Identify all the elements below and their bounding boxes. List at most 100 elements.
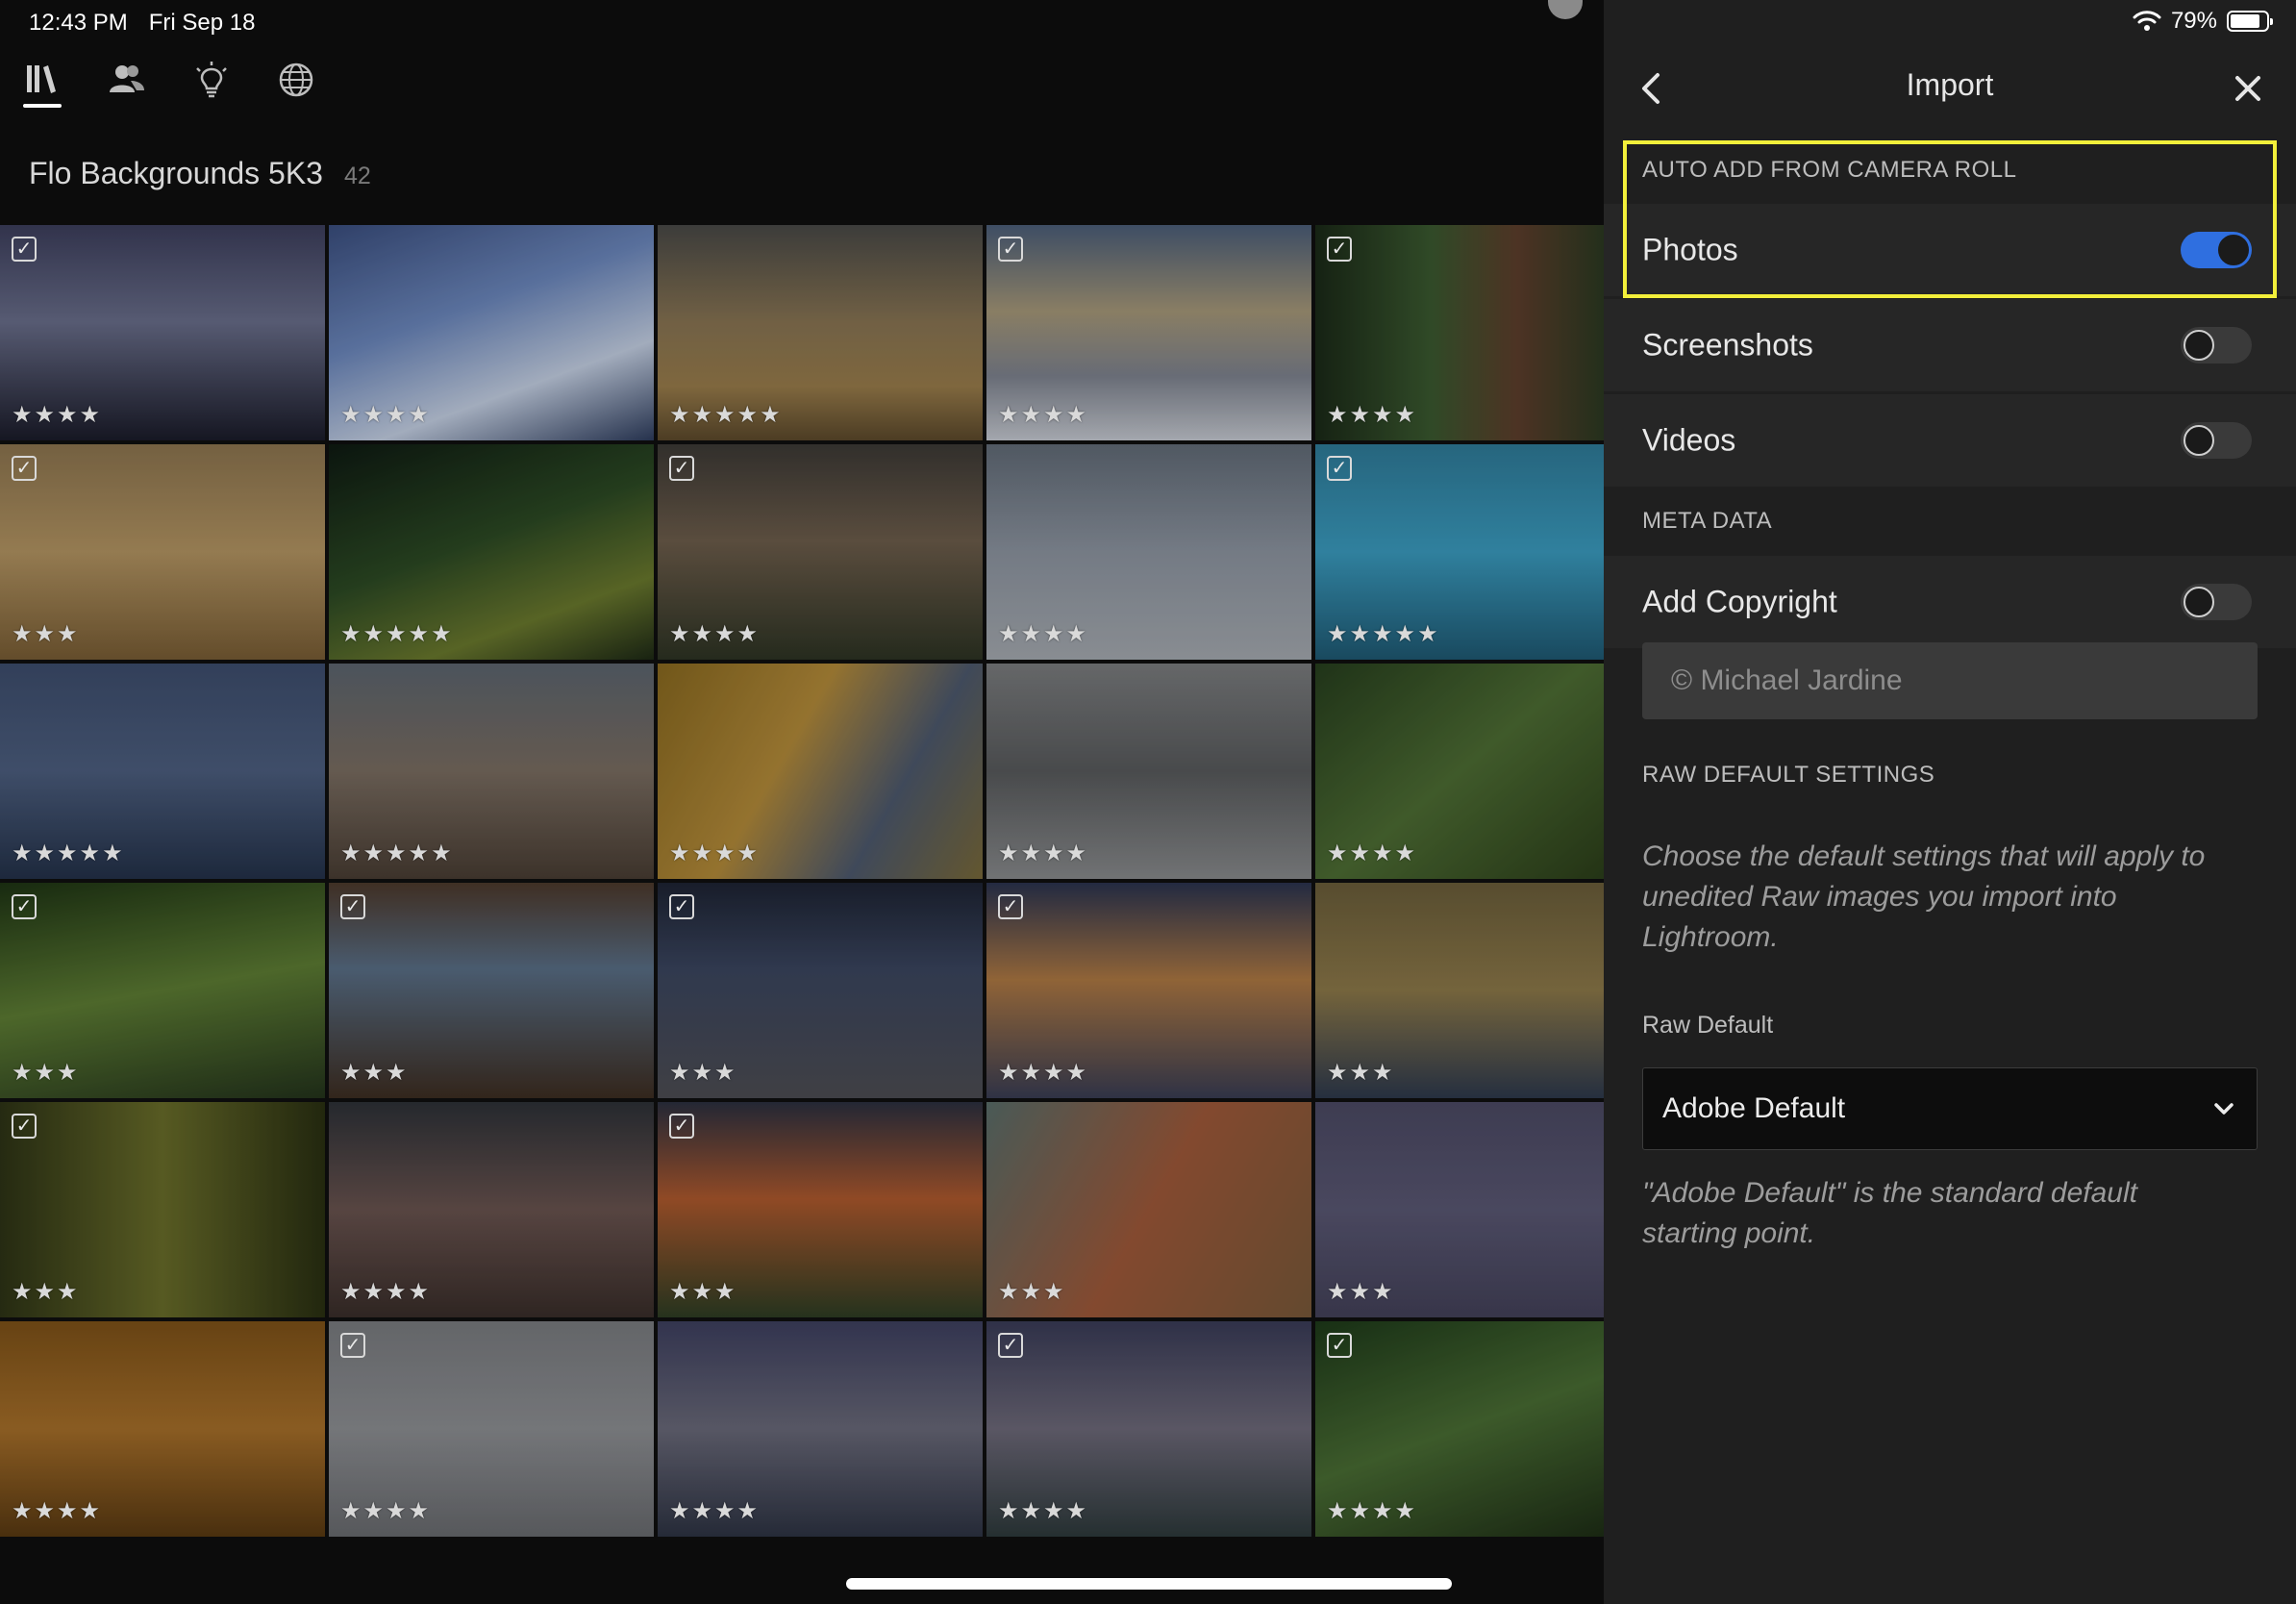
lightbulb-icon bbox=[196, 62, 227, 98]
star-rating: ★★★★ bbox=[998, 402, 1089, 428]
checkbox-icon[interactable]: ✓ bbox=[12, 894, 37, 919]
checkbox-icon[interactable]: ✓ bbox=[340, 894, 365, 919]
photo-thumbnail[interactable]: ✓ ★★★★★ bbox=[1315, 444, 1604, 660]
photo-thumbnail[interactable]: ✓ ★★★ bbox=[0, 883, 325, 1098]
toggle-label-videos: Videos bbox=[1642, 422, 1736, 458]
section-meta-data: META DATA bbox=[1642, 508, 1773, 534]
photo-thumbnail[interactable]: ✓ ★★★★ bbox=[1315, 1321, 1604, 1537]
chevron-down-icon bbox=[2214, 1103, 2234, 1115]
photo-thumbnail[interactable]: ✓ ★★★★ bbox=[658, 444, 983, 660]
photo-thumbnail[interactable]: ★★★ bbox=[1315, 1102, 1604, 1317]
photo-thumbnail[interactable]: ★★★★ bbox=[658, 664, 983, 879]
album-header: Flo Backgrounds 5K3 42 bbox=[29, 156, 371, 191]
status-time: 12:43 PM bbox=[29, 10, 128, 36]
checkbox-icon[interactable]: ✓ bbox=[1327, 456, 1352, 481]
toggle-label-screenshots: Screenshots bbox=[1642, 327, 1813, 363]
photo-thumbnail[interactable]: ★★★★ bbox=[658, 1321, 983, 1537]
videos-toggle[interactable] bbox=[2181, 422, 2252, 459]
photo-thumbnail[interactable]: ✓ ★★★★ bbox=[329, 1321, 654, 1537]
checkbox-icon[interactable]: ✓ bbox=[1327, 237, 1352, 262]
people-icon bbox=[110, 65, 144, 92]
highlight-box bbox=[1623, 140, 2277, 298]
copyright-toggle[interactable] bbox=[2181, 584, 2252, 620]
photo-thumbnail[interactable]: ★★★★ bbox=[0, 1321, 325, 1537]
screenshots-toggle[interactable] bbox=[2181, 327, 2252, 363]
star-rating: ★★★★ bbox=[669, 1498, 761, 1524]
photo-thumbnail[interactable]: ★★★ bbox=[1315, 883, 1604, 1098]
raw-default-note: "Adobe Default" is the standard default … bbox=[1642, 1177, 2137, 1249]
star-rating: ★★★ bbox=[998, 1279, 1066, 1305]
photo-thumbnail[interactable]: ✓ ★★★★ bbox=[0, 225, 325, 440]
nav-library[interactable] bbox=[21, 60, 63, 113]
star-rating: ★★★★ bbox=[340, 1498, 432, 1524]
battery-percent: 79% bbox=[2170, 8, 2217, 34]
nav-discover[interactable] bbox=[275, 60, 317, 113]
checkbox-icon[interactable]: ✓ bbox=[12, 1114, 37, 1139]
nav-learn[interactable] bbox=[190, 60, 233, 113]
checkbox-icon[interactable]: ✓ bbox=[669, 456, 694, 481]
photo-thumbnail[interactable]: ★★★★ bbox=[329, 225, 654, 440]
star-rating: ★★★ bbox=[1327, 1060, 1395, 1086]
toggle-row-copyright[interactable]: Add Copyright bbox=[1604, 556, 2296, 648]
star-rating: ★★★★ bbox=[12, 402, 103, 428]
panel-header: Import bbox=[1604, 60, 2296, 117]
star-rating: ★★★★ bbox=[1327, 840, 1418, 866]
star-rating: ★★★ bbox=[12, 1279, 80, 1305]
multitasking-indicator[interactable] bbox=[1548, 0, 1583, 19]
checkbox-icon[interactable]: ✓ bbox=[669, 894, 694, 919]
status-bar-left: 12:43 PM Fri Sep 18 bbox=[29, 10, 255, 37]
photo-thumbnail[interactable]: ✓ ★★★★ bbox=[986, 883, 1311, 1098]
copyright-field[interactable] bbox=[1642, 642, 2258, 719]
star-rating: ★★★★ bbox=[12, 1498, 103, 1524]
home-indicator[interactable] bbox=[846, 1578, 1452, 1590]
toggle-row-videos[interactable]: Videos bbox=[1604, 394, 2296, 487]
photo-thumbnail[interactable]: ✓ ★★★ bbox=[329, 883, 654, 1098]
checkbox-icon[interactable]: ✓ bbox=[12, 456, 37, 481]
library-view: 12:43 PM Fri Sep 18 Flo Backgrounds 5K3 … bbox=[0, 0, 1604, 1604]
globe-icon bbox=[279, 63, 313, 97]
star-rating: ★★★ bbox=[12, 621, 80, 647]
checkbox-icon[interactable]: ✓ bbox=[669, 1114, 694, 1139]
battery-icon bbox=[2227, 11, 2273, 32]
close-icon[interactable] bbox=[2229, 69, 2267, 108]
raw-description: Choose the default settings that will ap… bbox=[1642, 840, 2206, 953]
photo-thumbnail[interactable]: ★★★★★ bbox=[658, 225, 983, 440]
photo-thumbnail[interactable]: ✓ ★★★★ bbox=[986, 225, 1311, 440]
star-rating: ★★★★ bbox=[998, 840, 1089, 866]
checkbox-icon[interactable]: ✓ bbox=[1327, 1333, 1352, 1358]
checkbox-icon[interactable]: ✓ bbox=[12, 237, 37, 262]
status-bar-right: 79% bbox=[2133, 8, 2273, 35]
photo-thumbnail[interactable]: ✓ ★★★★ bbox=[1315, 225, 1604, 440]
photo-thumbnail[interactable]: ✓ ★★★ bbox=[658, 883, 983, 1098]
photo-thumbnail[interactable]: ✓ ★★★★ bbox=[986, 1321, 1311, 1537]
checkbox-icon[interactable]: ✓ bbox=[998, 237, 1023, 262]
star-rating: ★★★★ bbox=[998, 1498, 1089, 1524]
star-rating: ★★★★★ bbox=[669, 402, 783, 428]
photo-thumbnail[interactable]: ★★★★★ bbox=[329, 664, 654, 879]
nav-people[interactable] bbox=[106, 60, 148, 113]
checkbox-icon[interactable]: ✓ bbox=[998, 1333, 1023, 1358]
raw-default-value: Adobe Default bbox=[1662, 1092, 1846, 1124]
photo-thumbnail[interactable]: ★★★★ bbox=[329, 1102, 654, 1317]
album-count: 42 bbox=[343, 163, 371, 189]
photo-thumbnail[interactable]: ✓ ★★★ bbox=[0, 444, 325, 660]
photo-thumbnail[interactable]: ★★★★★ bbox=[0, 664, 325, 879]
library-icon bbox=[27, 65, 56, 93]
photo-thumbnail[interactable]: ★★★★ bbox=[986, 444, 1311, 660]
photo-thumbnail[interactable]: ★★★★ bbox=[1315, 664, 1604, 879]
toggle-row-screenshots[interactable]: Screenshots bbox=[1604, 299, 2296, 391]
photo-thumbnail[interactable]: ★★★★★ bbox=[329, 444, 654, 660]
photo-thumbnail[interactable]: ✓ ★★★ bbox=[658, 1102, 983, 1317]
checkbox-icon[interactable]: ✓ bbox=[340, 1333, 365, 1358]
photo-thumbnail[interactable]: ★★★ bbox=[986, 1102, 1311, 1317]
star-rating: ★★★★ bbox=[998, 621, 1089, 647]
star-rating: ★★★ bbox=[1327, 1279, 1395, 1305]
star-rating: ★★★★★ bbox=[340, 621, 454, 647]
top-navigation bbox=[21, 60, 317, 113]
photo-thumbnail[interactable]: ★★★★ bbox=[986, 664, 1311, 879]
raw-default-select[interactable]: Adobe Default bbox=[1642, 1067, 2258, 1150]
photo-thumbnail[interactable]: ✓ ★★★ bbox=[0, 1102, 325, 1317]
nav-active-indicator bbox=[23, 104, 62, 108]
wifi-icon bbox=[2133, 11, 2161, 31]
checkbox-icon[interactable]: ✓ bbox=[998, 894, 1023, 919]
